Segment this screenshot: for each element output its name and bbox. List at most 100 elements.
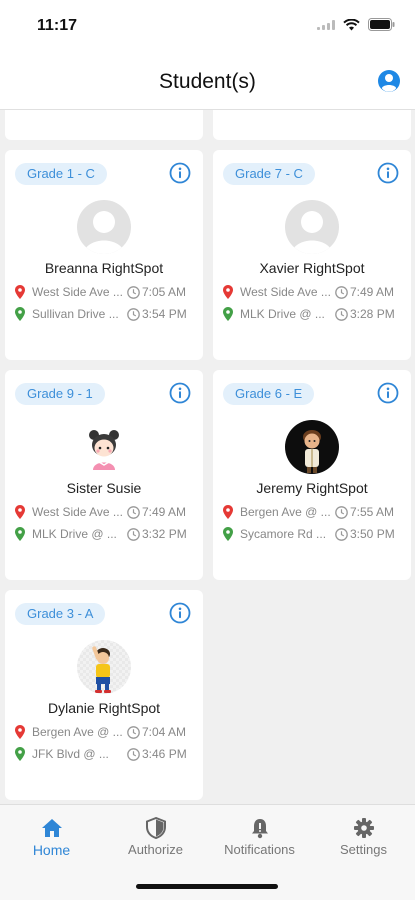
dropoff-row: JFK Blvd @ ... 3:46 PM — [15, 746, 195, 762]
status-time: 11:17 — [37, 17, 78, 34]
dropoff-stop: Sullivan Drive ... — [32, 307, 119, 321]
placeholder-avatar-icon — [285, 200, 339, 254]
dropoff-time: 3:28 PM — [350, 307, 395, 321]
pickup-stop: Bergen Ave @ ... — [240, 505, 331, 519]
pickup-time: 7:55 AM — [350, 505, 395, 519]
avatar — [77, 200, 131, 254]
dropoff-row: MLK Drive @ ... 3:28 PM — [223, 306, 403, 322]
home-icon — [42, 819, 62, 837]
info-icon[interactable] — [169, 162, 191, 184]
clock-icon — [335, 527, 348, 541]
student-card[interactable]: Grade 3 - A Dylanie RightSpot Bergen Ave… — [5, 590, 203, 800]
info-icon[interactable] — [169, 382, 191, 404]
pickup-stop: West Side Ave ... — [32, 505, 123, 519]
avatar — [285, 420, 339, 474]
clock-icon — [335, 307, 348, 321]
pickup-pin-icon — [223, 285, 233, 299]
dropoff-pin-icon — [223, 307, 233, 321]
dropoff-stop: JFK Blvd @ ... — [32, 747, 109, 761]
grade-badge: Grade 7 - C — [223, 163, 315, 185]
student-name: Breanna RightSpot — [44, 260, 164, 276]
user-circle-icon[interactable] — [377, 69, 401, 93]
student-card[interactable]: Grade 7 - C Xavier RightSpot West Side A… — [213, 150, 411, 360]
avatar — [77, 420, 131, 474]
page-title: Student(s) — [159, 70, 256, 93]
tab-label: Settings — [340, 842, 387, 857]
dropoff-time: 3:46 PM — [142, 747, 187, 761]
dropoff-pin-icon — [223, 527, 233, 541]
status-icons — [317, 18, 395, 31]
student-name: Jeremy RightSpot — [256, 480, 368, 496]
pickup-stop: Bergen Ave @ ... — [32, 725, 123, 739]
tab-settings[interactable]: Settings — [312, 805, 415, 865]
grade-badge: Grade 1 - C — [15, 163, 107, 185]
student-card[interactable]: Grade 1 - C Breanna RightSpot West Side … — [5, 150, 203, 360]
info-icon[interactable] — [377, 382, 399, 404]
student-card[interactable]: Grade 6 - E Jeremy RightSpot Bergen Ave … — [213, 370, 411, 580]
dropoff-stop: MLK Drive @ ... — [32, 527, 117, 541]
pickup-pin-icon — [15, 285, 25, 299]
pickup-row: Bergen Ave @ ... 7:55 AM — [223, 504, 403, 520]
student-name: Xavier RightSpot — [259, 260, 365, 276]
pickup-row: West Side Ave ... 7:05 AM — [15, 284, 195, 300]
dropoff-pin-icon — [15, 527, 25, 541]
dropoff-row: Sullivan Drive ... 3:54 PM — [15, 306, 195, 322]
clock-icon — [335, 285, 348, 299]
cartoon-kid-avatar — [77, 640, 131, 694]
battery-icon — [368, 18, 395, 31]
info-icon[interactable] — [377, 162, 399, 184]
bell-icon — [252, 819, 268, 839]
dropoff-stop: Sycamore Rd ... — [240, 527, 327, 541]
clock-icon — [127, 725, 140, 739]
dropoff-time: 3:32 PM — [142, 527, 187, 541]
student-card-partial[interactable] — [5, 110, 203, 140]
clock-icon — [127, 285, 140, 299]
pickup-row: West Side Ave ... 7:49 AM — [15, 504, 195, 520]
info-icon[interactable] — [169, 602, 191, 624]
pickup-time: 7:04 AM — [142, 725, 187, 739]
dropoff-time: 3:54 PM — [142, 307, 187, 321]
clock-icon — [127, 527, 140, 541]
tab-home[interactable]: Home — [0, 805, 103, 865]
avatar — [285, 200, 339, 254]
dropoff-row: MLK Drive @ ... 3:32 PM — [15, 526, 195, 542]
tab-notifications[interactable]: Notifications — [208, 805, 311, 865]
placeholder-avatar-icon — [77, 200, 131, 254]
clock-icon — [127, 505, 140, 519]
grade-badge: Grade 3 - A — [15, 603, 106, 625]
pickup-time: 7:49 AM — [142, 505, 187, 519]
student-list[interactable]: Grade 1 - C Breanna RightSpot West Side … — [0, 110, 415, 804]
dropoff-row: Sycamore Rd ... 3:50 PM — [223, 526, 403, 542]
grade-badge: Grade 9 - 1 — [15, 383, 105, 405]
grade-badge: Grade 6 - E — [223, 383, 315, 405]
pickup-stop: West Side Ave ... — [240, 285, 331, 299]
student-name: Sister Susie — [66, 480, 142, 496]
tab-label: Authorize — [128, 842, 183, 857]
pickup-row: West Side Ave ... 7:49 AM — [223, 284, 403, 300]
pickup-pin-icon — [223, 505, 233, 519]
dropoff-pin-icon — [15, 747, 25, 761]
student-card-partial[interactable] — [213, 110, 411, 140]
dropoff-pin-icon — [15, 307, 25, 321]
clock-icon — [127, 747, 140, 761]
gear-icon — [354, 818, 374, 838]
tab-label: Home — [32, 842, 71, 858]
pickup-pin-icon — [15, 725, 25, 739]
clock-icon — [335, 505, 348, 519]
dropoff-time: 3:50 PM — [350, 527, 395, 541]
cartoon-boy-avatar — [285, 420, 339, 474]
signal-icon — [317, 19, 335, 30]
pickup-time: 7:49 AM — [350, 285, 395, 299]
pickup-pin-icon — [15, 505, 25, 519]
wifi-icon — [343, 18, 360, 30]
home-indicator — [136, 884, 278, 889]
tab-label: Notifications — [224, 842, 295, 857]
clock-icon — [127, 307, 140, 321]
avatar — [77, 640, 131, 694]
dropoff-stop: MLK Drive @ ... — [240, 307, 325, 321]
student-card[interactable]: Grade 9 - 1 Sister Susie West Side Ave .… — [5, 370, 203, 580]
cartoon-girl-avatar — [77, 420, 131, 474]
status-bar: 11:17 — [0, 0, 415, 52]
tab-authorize[interactable]: Authorize — [104, 805, 207, 865]
pickup-row: Bergen Ave @ ... 7:04 AM — [15, 724, 195, 740]
